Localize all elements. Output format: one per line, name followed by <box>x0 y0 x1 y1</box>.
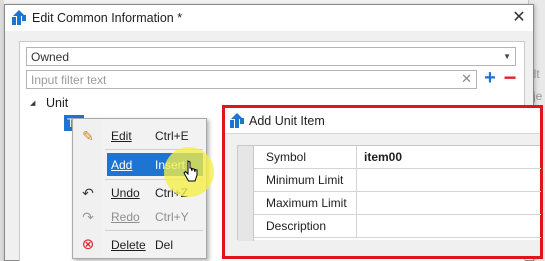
property-row-minimum-limit[interactable]: Minimum Limit <box>254 169 541 192</box>
property-key: Minimum Limit <box>254 169 357 191</box>
property-key: Symbol <box>254 146 357 168</box>
add-unit-item-titlebar: Add Unit Item <box>225 108 540 134</box>
delete-circle-icon: ⊗ <box>81 236 95 253</box>
chevron-down-icon: ▼ <box>503 52 511 61</box>
background-text-fragment: je <box>533 89 543 103</box>
dialog-titlebar: Edit Common Information * ✕ <box>5 5 533 31</box>
filter-input[interactable]: Input filter text ✕ <box>26 70 477 89</box>
menu-item-label: Redo <box>111 210 140 224</box>
menu-item-label: Delete <box>111 238 146 252</box>
menu-item-shortcut: Ctrl+Y <box>155 210 189 224</box>
property-grid-gutter <box>238 146 254 241</box>
remove-item-button[interactable]: − <box>502 67 518 89</box>
add-unit-item-dialog: Add Unit Item Symbol item00 Minimum Limi… <box>222 105 543 259</box>
app-logo-icon <box>230 113 244 128</box>
property-row-description[interactable]: Description <box>254 215 541 238</box>
filter-placeholder: Input filter text <box>31 73 107 87</box>
menu-item-label: Add <box>111 158 133 172</box>
add-item-button[interactable]: + <box>482 67 498 89</box>
property-key: Maximum Limit <box>254 192 357 214</box>
redo-icon: ↷ <box>82 209 94 225</box>
menu-item-label: Edit <box>111 129 132 143</box>
pencil-icon: ✎ <box>82 128 94 144</box>
property-value-input[interactable]: item00 <box>364 150 402 164</box>
undo-icon: ↶ <box>82 185 94 201</box>
dialog-title: Edit Common Information * <box>32 11 183 25</box>
close-button[interactable]: ✕ <box>508 7 530 29</box>
mouse-pointer-icon <box>183 160 198 182</box>
app-logo-icon <box>12 10 26 25</box>
menu-item-shortcut: Ctrl+E <box>155 129 189 143</box>
property-row-symbol[interactable]: Symbol item00 <box>254 146 541 169</box>
menu-item-edit[interactable]: ✎ Edit Ctrl+E <box>75 124 204 147</box>
property-grid: Symbol item00 Minimum Limit Maximum Limi… <box>237 145 541 241</box>
menu-item-redo[interactable]: ↷ Redo Ctrl+Y <box>75 205 204 228</box>
clear-filter-icon[interactable]: ✕ <box>461 71 472 87</box>
property-row-maximum-limit[interactable]: Maximum Limit <box>254 192 541 215</box>
ownership-select-value: Owned <box>31 50 70 64</box>
menu-item-delete[interactable]: ⊗ Delete Del <box>75 233 204 256</box>
add-unit-item-title: Add Unit Item <box>249 114 325 128</box>
menu-separator <box>105 230 203 231</box>
property-key: Description <box>254 215 357 237</box>
menu-item-shortcut: Del <box>155 238 174 252</box>
ownership-select[interactable]: Owned ▼ <box>26 47 516 66</box>
menu-item-label: Undo <box>111 186 140 200</box>
tree-collapse-icon[interactable]: ◢ <box>30 99 35 107</box>
tree-node-unit[interactable]: Unit <box>46 96 68 110</box>
